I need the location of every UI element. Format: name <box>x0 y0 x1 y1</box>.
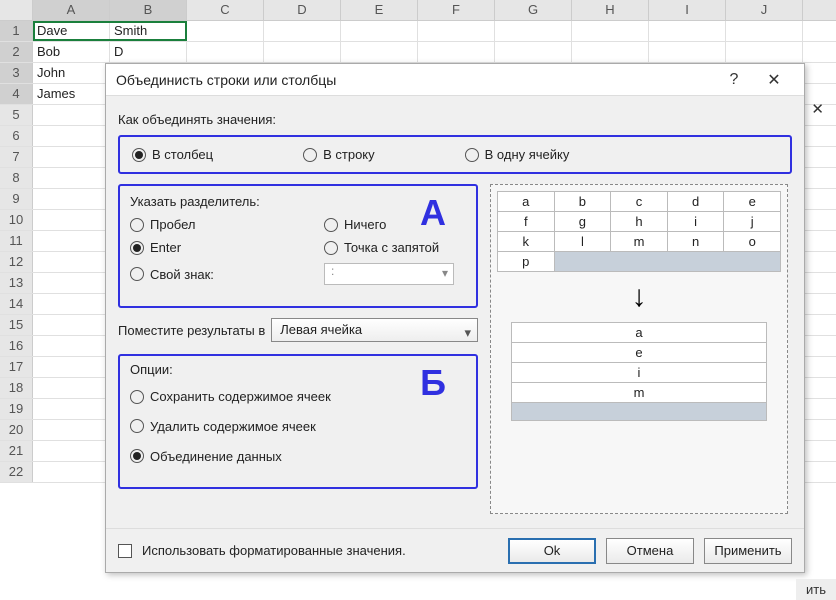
row-header[interactable]: 3 <box>0 63 33 83</box>
col-header-A[interactable]: A <box>33 0 110 20</box>
annotation-a: А <box>420 192 446 234</box>
cell[interactable]: James <box>33 84 110 104</box>
col-header-G[interactable]: G <box>495 0 572 20</box>
row-header[interactable]: 2 <box>0 42 33 62</box>
col-header-C[interactable]: C <box>187 0 264 20</box>
dialog-footer: Использовать форматированные значения. O… <box>106 528 804 572</box>
radio-opt-merge[interactable]: Объединение данных <box>130 449 282 464</box>
col-header-B[interactable]: B <box>110 0 187 20</box>
radio-sep-semicolon[interactable]: Точка с запятой <box>324 240 439 255</box>
close-button[interactable]: ✕ <box>754 70 794 90</box>
ok-button[interactable]: Ok <box>508 538 596 564</box>
cell[interactable]: Dave <box>33 21 110 41</box>
mode-group: В столбец В строку В одну ячейку <box>118 135 792 174</box>
preview-source-table: abcde fghij klmno p <box>497 191 781 272</box>
col-header-I[interactable]: I <box>649 0 726 20</box>
col-header-J[interactable]: J <box>726 0 803 20</box>
col-header-E[interactable]: E <box>341 0 418 20</box>
apply-button[interactable]: Применить <box>704 538 792 564</box>
titlebar[interactable]: Объединисть строки или столбцы ? ✕ <box>106 64 804 96</box>
cell[interactable]: Bob <box>33 42 110 62</box>
radio-sep-enter[interactable]: Enter <box>130 240 270 255</box>
radio-opt-keep[interactable]: Сохранить содержимое ячеек <box>130 389 331 404</box>
row-header[interactable]: 4 <box>0 84 33 104</box>
separator-group: Указать разделитель: А Пробел Ничего Ent… <box>118 184 478 308</box>
row-header[interactable]: 1 <box>0 21 33 41</box>
merge-dialog: Объединисть строки или столбцы ? ✕ Как о… <box>105 63 805 573</box>
col-header-F[interactable]: F <box>418 0 495 20</box>
checkbox-use-formatted[interactable] <box>118 544 132 558</box>
arrow-down-icon: ↓ <box>497 282 781 312</box>
help-button[interactable]: ? <box>714 71 754 89</box>
radio-sep-space[interactable]: Пробел <box>130 217 270 232</box>
place-combo[interactable]: Левая ячейка▾ <box>271 318 478 342</box>
annotation-b: Б <box>420 362 446 404</box>
dialog-title: Объединисть строки или столбцы <box>116 72 714 88</box>
col-header-D[interactable]: D <box>264 0 341 20</box>
radio-sep-custom[interactable]: Свой знак: <box>130 267 270 282</box>
cell[interactable]: John <box>33 63 110 83</box>
radio-into-column[interactable]: В столбец <box>132 147 213 162</box>
stray-text: ить <box>796 579 836 600</box>
preview-result-table: a e i m <box>511 322 767 421</box>
options-group: Опции: Б Сохранить содержимое ячеек Удал… <box>118 354 478 489</box>
pane-close-icon[interactable]: ✕ <box>811 100 824 118</box>
options-title: Опции: <box>130 362 466 377</box>
separator-title: Указать разделитель: <box>130 194 466 209</box>
column-headers: A B C D E F G H I J <box>0 0 836 21</box>
how-label: Как объединять значения: <box>118 112 792 127</box>
radio-into-one-cell[interactable]: В одну ячейку <box>465 147 570 162</box>
radio-sep-nothing[interactable]: Ничего <box>324 217 386 232</box>
custom-separator-input[interactable]: :▾ <box>324 263 454 285</box>
col-header-H[interactable]: H <box>572 0 649 20</box>
checkbox-use-formatted-label: Использовать форматированные значения. <box>142 543 406 558</box>
select-all-corner[interactable] <box>0 0 33 20</box>
chevron-down-icon: ▾ <box>442 266 448 280</box>
preview-panel: abcde fghij klmno p ↓ a e i m <box>490 184 788 514</box>
place-label: Поместите результаты в <box>118 323 265 338</box>
radio-opt-delete[interactable]: Удалить содержимое ячеек <box>130 419 316 434</box>
cancel-button[interactable]: Отмена <box>606 538 694 564</box>
chevron-down-icon: ▾ <box>464 322 471 344</box>
cell[interactable]: Smith <box>110 21 187 41</box>
cell[interactable]: D <box>110 42 187 62</box>
radio-into-row[interactable]: В строку <box>303 147 375 162</box>
